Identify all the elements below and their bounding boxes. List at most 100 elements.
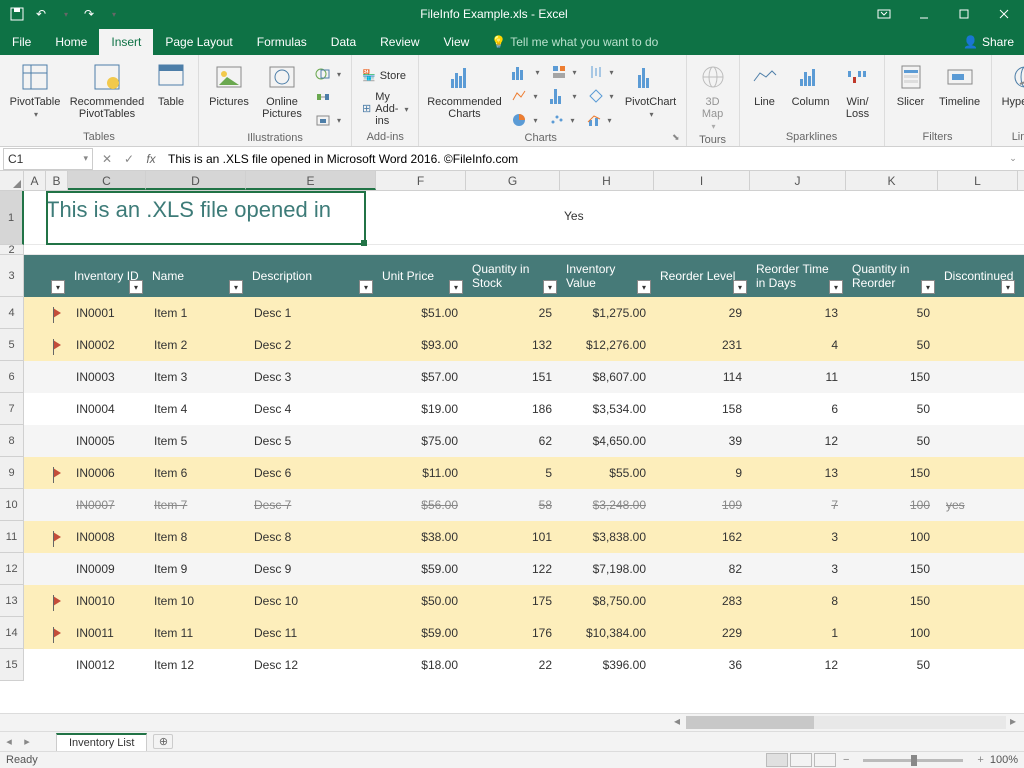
cell-qre[interactable]: 50 <box>846 649 938 681</box>
sheet-tab-active[interactable]: Inventory List <box>56 733 147 751</box>
column-header-cell[interactable]: Inventory Value▾ <box>560 255 654 297</box>
cell-days[interactable]: 13 <box>750 457 846 489</box>
ribbon-options-icon[interactable] <box>864 0 904 28</box>
recommended-pivottables-button[interactable]: Recommended PivotTables <box>68 59 146 120</box>
row-header[interactable]: 14 <box>0 617 24 649</box>
row-header[interactable]: 6 <box>0 361 24 393</box>
column-header-F[interactable]: F <box>376 171 466 190</box>
grid[interactable]: 123456789101112131415 This is an .XLS fi… <box>0 191 1024 713</box>
shapes-button[interactable] <box>311 63 345 84</box>
row-header[interactable]: 13 <box>0 585 24 617</box>
tab-review[interactable]: Review <box>368 29 431 55</box>
recommended-charts-button[interactable]: Recommended Charts <box>425 59 503 120</box>
filter-button[interactable]: ▾ <box>921 280 935 294</box>
cell-price[interactable]: $11.00 <box>376 457 466 489</box>
cell-id[interactable]: IN0001 <box>68 297 146 329</box>
table-row[interactable]: IN0004Item 4Desc 4$19.00186$3,534.001586… <box>24 393 1024 425</box>
chart-pie-button[interactable] <box>507 109 541 130</box>
cell-price[interactable]: $59.00 <box>376 617 466 649</box>
table-row[interactable]: IN0011Item 11Desc 11$59.00176$10,384.002… <box>24 617 1024 649</box>
chart-statistic-button[interactable] <box>545 85 581 106</box>
row-header[interactable]: 2 <box>0 245 24 255</box>
minimize-icon[interactable] <box>904 0 944 28</box>
cell-desc[interactable]: Desc 3 <box>246 361 376 393</box>
enter-formula-icon[interactable]: ✓ <box>118 152 140 166</box>
filter-button[interactable]: ▾ <box>829 280 843 294</box>
cell-qty[interactable]: 101 <box>466 521 560 553</box>
row-header[interactable]: 11 <box>0 521 24 553</box>
cell-reorder[interactable]: 36 <box>654 649 750 681</box>
cell-val[interactable]: $55.00 <box>560 457 654 489</box>
cell-qre[interactable]: 50 <box>846 329 938 361</box>
column-header-A[interactable]: A <box>24 171 46 190</box>
cell-price[interactable]: $93.00 <box>376 329 466 361</box>
cell-qty[interactable]: 122 <box>466 553 560 585</box>
cell-qre[interactable]: 150 <box>846 553 938 585</box>
cell-desc[interactable]: Desc 1 <box>246 297 376 329</box>
cell-val[interactable]: $396.00 <box>560 649 654 681</box>
cell-name[interactable]: Item 11 <box>146 617 246 649</box>
cell-days[interactable]: 6 <box>750 393 846 425</box>
cell-qty[interactable]: 151 <box>466 361 560 393</box>
cell-days[interactable]: 8 <box>750 585 846 617</box>
fx-icon[interactable]: fx <box>140 152 162 166</box>
filter-button[interactable]: ▾ <box>637 280 651 294</box>
cell-qre[interactable]: 50 <box>846 393 938 425</box>
tab-insert[interactable]: Insert <box>99 29 153 55</box>
cell-id[interactable]: IN0009 <box>68 553 146 585</box>
filter-button[interactable]: ▾ <box>449 280 463 294</box>
column-header-cell[interactable]: Name▾ <box>146 255 246 297</box>
row-header[interactable]: 8 <box>0 425 24 457</box>
cell-val[interactable]: $3,248.00 <box>560 489 654 521</box>
online-pictures-button[interactable]: Online Pictures <box>257 59 307 120</box>
screenshot-button[interactable] <box>311 109 345 130</box>
cell-id[interactable]: IN0006 <box>68 457 146 489</box>
add-sheet-button[interactable]: ⊕ <box>153 734 173 749</box>
view-normal-icon[interactable] <box>766 753 788 767</box>
column-header-cell[interactable]: Quantity in Reorder▾ <box>846 255 938 297</box>
row-header[interactable]: 7 <box>0 393 24 425</box>
chart-radar-button[interactable] <box>584 85 618 106</box>
cell-desc[interactable]: Desc 10 <box>246 585 376 617</box>
cell-disc[interactable] <box>938 617 1018 649</box>
cell-disc[interactable] <box>938 361 1018 393</box>
cell-desc[interactable]: Desc 5 <box>246 425 376 457</box>
chart-bar-button[interactable] <box>507 61 543 82</box>
cell-days[interactable]: 3 <box>750 553 846 585</box>
table-row[interactable]: IN0007Item 7Desc 7$56.0058$3,248.0010971… <box>24 489 1024 521</box>
cell-days[interactable]: 7 <box>750 489 846 521</box>
filter-button[interactable]: ▾ <box>1001 280 1015 294</box>
cell-disc[interactable]: yes <box>938 489 1018 521</box>
cell-reorder[interactable]: 231 <box>654 329 750 361</box>
cell-qre[interactable]: 150 <box>846 457 938 489</box>
cell-price[interactable]: $59.00 <box>376 553 466 585</box>
undo-icon[interactable]: ↶ <box>30 3 52 25</box>
cell-disc[interactable] <box>938 649 1018 681</box>
cell-name[interactable]: Item 2 <box>146 329 246 361</box>
chart-combo-button[interactable] <box>582 109 616 130</box>
tellme-search[interactable]: 💡Tell me what you want to do <box>481 29 668 55</box>
cell-qre[interactable]: 100 <box>846 521 938 553</box>
cell-name[interactable]: Item 9 <box>146 553 246 585</box>
cell-price[interactable]: $56.00 <box>376 489 466 521</box>
cell-qty[interactable]: 58 <box>466 489 560 521</box>
cell-reorder[interactable]: 82 <box>654 553 750 585</box>
table-button[interactable]: Table <box>150 59 192 108</box>
cell-qre[interactable]: 50 <box>846 425 938 457</box>
pivotchart-button[interactable]: PivotChart <box>622 59 680 120</box>
cell-name[interactable]: Item 6 <box>146 457 246 489</box>
cell-qty[interactable]: 62 <box>466 425 560 457</box>
cell-qre[interactable]: 100 <box>846 617 938 649</box>
hyperlink-button[interactable]: Hyperlink <box>998 59 1024 108</box>
cell-desc[interactable]: Desc 9 <box>246 553 376 585</box>
expand-formula-icon[interactable]: ⌄ <box>1002 153 1024 164</box>
cell-val[interactable]: $3,534.00 <box>560 393 654 425</box>
yes-cell[interactable]: Yes <box>564 209 584 223</box>
chart-scatter-button[interactable] <box>545 109 579 130</box>
filter-button[interactable]: ▾ <box>543 280 557 294</box>
pictures-button[interactable]: Pictures <box>205 59 253 108</box>
cell-days[interactable]: 12 <box>750 425 846 457</box>
cell-disc[interactable] <box>938 521 1018 553</box>
cell-val[interactable]: $8,750.00 <box>560 585 654 617</box>
tab-formulas[interactable]: Formulas <box>245 29 319 55</box>
